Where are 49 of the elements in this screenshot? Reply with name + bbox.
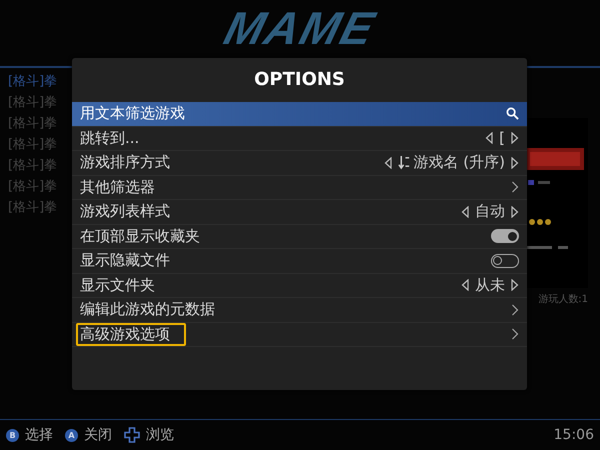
right-arrow-icon[interactable]: [511, 279, 519, 292]
toggle-switch[interactable]: [491, 229, 519, 244]
menu-row[interactable]: 编辑此游戏的元数据: [72, 298, 527, 322]
clock: 15:06: [554, 427, 594, 443]
option-value: 自动: [475, 202, 505, 222]
menu-label: 游戏排序方式: [79, 152, 171, 174]
menu-label: 显示隐藏文件: [79, 250, 171, 272]
help-label: 关闭: [84, 426, 112, 444]
menu-label: 跳转到...: [79, 128, 140, 149]
dialog-title: OPTIONS: [253, 68, 346, 92]
menu-row[interactable]: 游戏列表样式 自动: [72, 200, 527, 224]
left-arrow-icon[interactable]: [384, 156, 392, 169]
chevron-icon: [511, 181, 519, 194]
sort-icon: [398, 155, 411, 170]
menu-row[interactable]: 用文本筛选游戏: [72, 102, 527, 126]
right-arrow-icon[interactable]: [511, 206, 519, 218]
menu-label: 游戏列表样式: [79, 201, 171, 222]
menu-row[interactable]: 跳转到... [: [72, 126, 527, 151]
menu-label: 其他筛选器: [79, 176, 156, 198]
gamepad-button-icon: B: [6, 428, 19, 442]
help-label: 选择: [25, 426, 53, 444]
search-icon: [506, 107, 519, 120]
help-label: 浏览: [146, 426, 174, 444]
menu-label: 在顶部显示收藏夹: [79, 226, 201, 247]
menu-label: 用文本筛选游戏: [79, 103, 186, 124]
toggle-switch[interactable]: [491, 254, 519, 268]
menu-row[interactable]: 在顶部显示收藏夹: [72, 224, 527, 249]
menu-row[interactable]: 其他筛选器: [72, 176, 527, 200]
logo: MAME: [218, 2, 382, 54]
chevron-icon: [511, 328, 519, 340]
menu-label: 高级游戏选项: [76, 322, 186, 346]
menu-row[interactable]: 显示文件夹 从未: [72, 274, 527, 298]
option-value: 从未: [475, 276, 505, 295]
player-count: 游玩人数:1: [538, 293, 588, 306]
gamepad-button-icon: A: [65, 428, 78, 442]
option-value: 游戏名 (升序): [414, 153, 505, 172]
left-arrow-icon[interactable]: [461, 279, 469, 292]
right-arrow-icon[interactable]: [511, 156, 519, 169]
menu-row[interactable]: 显示隐藏文件: [72, 249, 527, 274]
left-arrow-icon[interactable]: [485, 132, 494, 144]
menu-label: 显示文件夹: [79, 274, 156, 296]
menu-label: 编辑此游戏的元数据: [79, 299, 216, 320]
dpad-icon: [124, 427, 140, 443]
menu-row[interactable]: 高级游戏选项: [72, 322, 527, 347]
left-arrow-icon[interactable]: [461, 206, 469, 218]
right-arrow-icon[interactable]: [511, 132, 519, 144]
option-value: [: [499, 129, 505, 148]
menu-row[interactable]: 游戏排序方式 游戏名 (升序): [72, 151, 527, 176]
chevron-icon: [511, 304, 519, 316]
